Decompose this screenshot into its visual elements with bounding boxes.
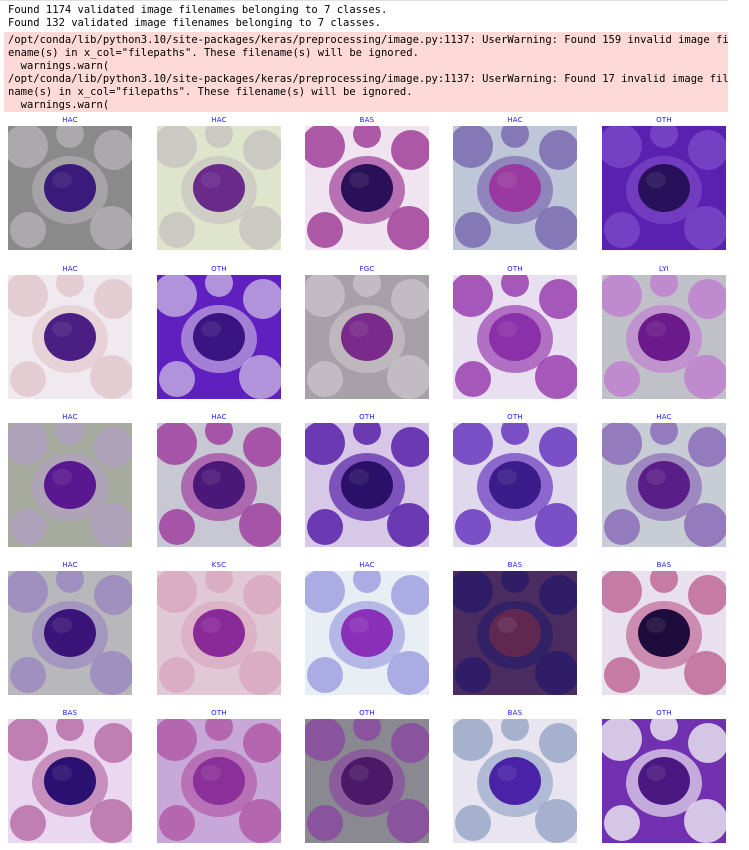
image-class-label: BAS xyxy=(62,709,78,717)
cell-image xyxy=(305,423,429,547)
image-class-label: HAC xyxy=(62,413,78,421)
image-class-label: HAC xyxy=(62,561,78,569)
cell-image xyxy=(602,719,726,843)
image-class-label: HAC xyxy=(62,116,78,124)
image-class-label: HAC xyxy=(359,561,375,569)
cell-image xyxy=(453,571,577,695)
cell-image xyxy=(305,571,429,695)
image-class-label: BAS xyxy=(507,561,523,569)
cell-image xyxy=(8,126,132,250)
cell-image xyxy=(602,423,726,547)
image-class-label: OTH xyxy=(507,413,523,421)
image-class-label: OTH xyxy=(359,413,375,421)
image-class-label: OTH xyxy=(359,709,375,717)
image-class-label: OTH xyxy=(656,709,672,717)
image-class-label: HAC xyxy=(211,116,227,124)
image-class-label: BAS xyxy=(359,116,375,124)
cell-image xyxy=(453,719,577,843)
cell-image xyxy=(453,275,577,399)
image-grid: HAC HAC BAS HAC OTH HAC OTH FGC OTH LYI HAC HAC OTH O… xyxy=(0,0,749,850)
cell-image xyxy=(157,571,281,695)
image-class-label: HAC xyxy=(656,413,672,421)
cell-image xyxy=(305,275,429,399)
image-class-label: OTH xyxy=(211,709,227,717)
cell-image xyxy=(453,126,577,250)
cell-image xyxy=(8,719,132,843)
image-class-label: OTH xyxy=(211,265,227,273)
image-class-label: HAC xyxy=(507,116,523,124)
image-class-label: LYI xyxy=(659,265,669,273)
cell-image xyxy=(453,423,577,547)
cell-image xyxy=(8,571,132,695)
cell-image xyxy=(157,275,281,399)
cell-image xyxy=(602,275,726,399)
image-class-label: HAC xyxy=(62,265,78,273)
cell-image xyxy=(157,719,281,843)
image-class-label: BAS xyxy=(507,709,523,717)
cell-image xyxy=(8,423,132,547)
image-class-label: OTH xyxy=(656,116,672,124)
cell-image xyxy=(157,423,281,547)
cell-image xyxy=(305,126,429,250)
cell-image xyxy=(8,275,132,399)
image-class-label: KSC xyxy=(211,561,227,569)
image-class-label: HAC xyxy=(211,413,227,421)
cell-image xyxy=(602,126,726,250)
image-class-label: OTH xyxy=(507,265,523,273)
cell-image xyxy=(157,126,281,250)
cell-image xyxy=(305,719,429,843)
cell-image xyxy=(602,571,726,695)
image-class-label: FGC xyxy=(359,265,375,273)
image-class-label: BAS xyxy=(656,561,672,569)
